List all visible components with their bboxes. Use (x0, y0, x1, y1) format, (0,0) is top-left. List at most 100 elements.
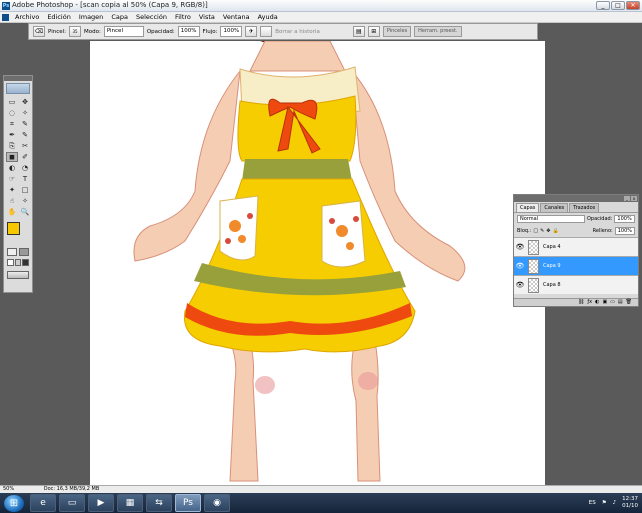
notes-tool-icon[interactable]: ☝ (6, 196, 18, 206)
language-indicator[interactable]: ES (589, 500, 596, 506)
foreground-color-swatch[interactable] (7, 222, 20, 235)
menu-ventana[interactable]: Ventana (219, 13, 254, 21)
tab-tool-presets[interactable]: Herram. preest. (414, 26, 462, 37)
blur-tool-icon[interactable]: ◐ (6, 163, 18, 173)
close-button[interactable]: ✕ (626, 1, 640, 10)
pen-tool-icon[interactable]: ✦ (6, 185, 18, 195)
screen-mode-full-icon[interactable] (22, 259, 30, 266)
new-group-icon[interactable]: ▭ (610, 299, 615, 306)
dodge-tool-icon[interactable]: ◔ (19, 163, 31, 173)
eraser-tool-icon[interactable]: ◼ (6, 152, 18, 162)
document-canvas[interactable] (90, 41, 545, 485)
minimize-button[interactable]: _ (596, 1, 610, 10)
mode-label: Modo: (84, 28, 101, 35)
eye-icon[interactable]: 👁 (514, 257, 526, 276)
menu-vista[interactable]: Vista (195, 13, 219, 21)
move-tool-icon[interactable]: ✥ (19, 97, 31, 107)
panel-close-icon[interactable]: x (631, 196, 637, 201)
menu-capa[interactable]: Capa (107, 13, 132, 21)
layer-row[interactable]: 👁 Capa 8 (514, 275, 638, 294)
tab-paths[interactable]: Trazados (569, 203, 600, 212)
erase-to-history-checkbox[interactable] (260, 26, 273, 37)
menu-filtro[interactable]: Filtro (171, 13, 195, 21)
lasso-tool-icon[interactable]: ◌ (6, 108, 18, 118)
fill-field[interactable]: 100% (614, 227, 635, 235)
lock-pixels-icon[interactable]: ✎ (540, 228, 544, 234)
jump-to-imageready-icon[interactable] (7, 271, 29, 279)
screen-mode-menu-icon[interactable] (14, 259, 22, 266)
document-info[interactable]: Doc: 16,3 MB/39,2 MB (44, 486, 100, 492)
brush-picker[interactable]: 35 (69, 26, 81, 37)
start-button[interactable]: ⊞ (4, 494, 24, 512)
girl-in-yellow-dress-illustration (133, 41, 466, 482)
type-tool-icon[interactable]: T (19, 174, 31, 184)
marquee-tool-icon[interactable]: ▭ (6, 97, 18, 107)
eye-icon[interactable]: 👁 (514, 276, 526, 295)
blend-mode-select[interactable]: Normal (517, 215, 585, 223)
slice-tool-icon[interactable]: ✎ (19, 119, 31, 129)
flow-field[interactable]: 100% (220, 26, 243, 37)
airbrush-icon[interactable]: ✈ (245, 26, 258, 37)
layer-style-icon[interactable]: ƒx (587, 299, 592, 306)
zoom-tool-icon[interactable]: 🔍 (19, 207, 31, 217)
photoshop-taskbar-icon[interactable]: Ps (175, 494, 201, 512)
internet-explorer-icon[interactable]: e (30, 494, 56, 512)
photoshop-menu-icon[interactable] (2, 13, 9, 21)
lock-label: Bloq.: (517, 228, 532, 234)
network-icon[interactable]: ⇆ (146, 494, 172, 512)
volume-icon[interactable]: ♪ (613, 500, 617, 506)
clock[interactable]: 12:37 01/10 (622, 496, 638, 510)
link-layers-icon[interactable]: ⛓ (578, 299, 584, 306)
history-brush-tool-icon[interactable]: ✂ (19, 141, 31, 151)
opacity-field[interactable]: 100% (177, 26, 200, 37)
eye-icon[interactable]: 👁 (514, 238, 526, 257)
eraser-tool-preset-icon[interactable]: ⌫ (33, 26, 45, 37)
menu-seleccion[interactable]: Selección (132, 13, 171, 21)
menu-edicion[interactable]: Edición (43, 13, 75, 21)
layer-row-selected[interactable]: 👁 Capa 9 (514, 256, 638, 275)
clone-stamp-tool-icon[interactable]: ⎘ (6, 141, 18, 151)
menu-archivo[interactable]: Archivo (11, 13, 43, 21)
paint-bucket-tool-icon[interactable]: ✐ (19, 152, 31, 162)
menu-ayuda[interactable]: Ayuda (254, 13, 282, 21)
tab-brushes[interactable]: Pinceles (382, 26, 412, 37)
quick-mask-mode-icon[interactable] (19, 248, 29, 256)
chrome-icon[interactable]: ◉ (204, 494, 230, 512)
lock-position-icon[interactable]: ✥ (546, 228, 550, 234)
photo-viewer-icon[interactable]: ▦ (117, 494, 143, 512)
mode-select[interactable]: Pincel (103, 26, 144, 37)
window-title: Adobe Photoshop - [scan copia al 50% (Ca… (12, 1, 208, 9)
path-selection-tool-icon[interactable]: ☞ (6, 174, 18, 184)
layer-mask-icon[interactable]: ▣ (602, 299, 607, 306)
brush-label: Pincel: (48, 28, 66, 35)
tab-channels[interactable]: Canales (540, 203, 569, 212)
standard-mode-icon[interactable] (7, 248, 17, 256)
media-player-icon[interactable]: ▶ (88, 494, 114, 512)
tab-layers[interactable]: Capas (516, 203, 540, 212)
panel-minimize-icon[interactable]: _ (624, 196, 630, 201)
healing-brush-tool-icon[interactable]: ✒ (6, 130, 18, 140)
maximize-button[interactable]: □ (611, 1, 625, 10)
brush-tool-icon[interactable]: ✎ (19, 130, 31, 140)
delete-layer-icon[interactable]: 🗑 (626, 299, 632, 306)
menu-imagen[interactable]: Imagen (75, 13, 107, 21)
adobe-online-logo[interactable] (6, 83, 30, 94)
folder-icon[interactable]: ▭ (59, 494, 85, 512)
tray-flag-icon[interactable]: ⚑ (602, 500, 607, 506)
hand-tool-icon[interactable]: ✋ (6, 207, 18, 217)
palette-well-icon[interactable]: ▤ (352, 26, 365, 37)
shape-tool-icon[interactable]: □ (19, 185, 31, 195)
eyedropper-tool-icon[interactable]: ✧ (19, 196, 31, 206)
layer-row[interactable]: 👁 Capa 4 (514, 237, 638, 256)
layer-opacity-field[interactable]: 100% (614, 215, 635, 223)
zoom-level[interactable]: 50% (3, 486, 14, 492)
crop-tool-icon[interactable]: ⌗ (6, 119, 18, 129)
lock-transparency-icon[interactable]: □ (533, 228, 538, 234)
adjustment-layer-icon[interactable]: ◐ (595, 299, 599, 306)
go-to-bridge-icon[interactable]: ⊞ (367, 26, 380, 37)
layer-name: Capa 9 (543, 263, 561, 269)
lock-all-icon[interactable]: 🔒 (552, 228, 558, 234)
new-layer-icon[interactable]: ▤ (618, 299, 623, 306)
magic-wand-tool-icon[interactable]: ✧ (19, 108, 31, 118)
screen-mode-standard-icon[interactable] (7, 259, 14, 266)
